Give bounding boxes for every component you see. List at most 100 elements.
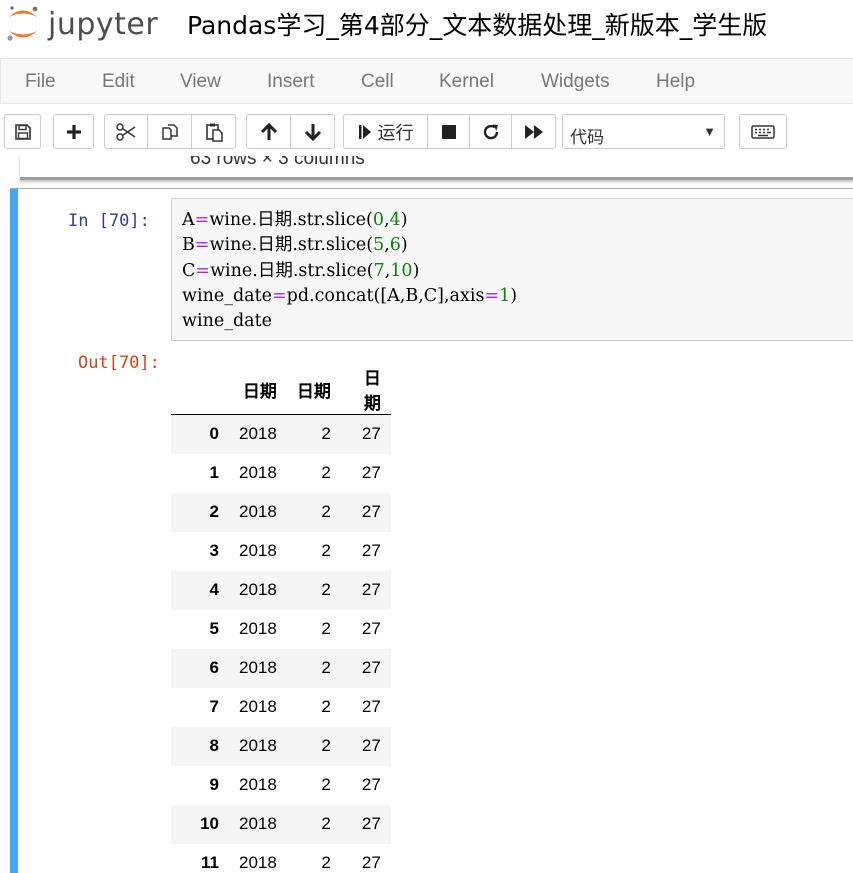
row-index: 7 bbox=[209, 697, 219, 716]
code-line: wine_date=pd.concat([A,B,C],axis=1) bbox=[182, 285, 518, 306]
table-cell: 2 bbox=[321, 697, 331, 716]
menu-kernel[interactable]: Kernel bbox=[439, 71, 494, 93]
table-cell: 2 bbox=[321, 658, 331, 677]
table-row: 4 2018 2 27 bbox=[171, 570, 391, 610]
dataframe-body: 0 2018 2 27 1 2018 2 27 2 2018 2 27 3 2018 2 27 4 2018 2 27… bbox=[171, 414, 391, 873]
move-up-button[interactable] bbox=[246, 114, 291, 149]
previous-cell[interactable]: 63 rows × 3 columns bbox=[20, 156, 853, 180]
code-editor[interactable]: A=wine.日期.str.slice(0,4) B=wine.日期.str.sl… bbox=[171, 198, 853, 341]
arrow-up-icon bbox=[260, 122, 277, 140]
table-row: 2 2018 2 27 bbox=[171, 492, 391, 532]
code-line: wine_date bbox=[182, 311, 272, 332]
row-index: 2 bbox=[209, 502, 219, 521]
code-line: B=wine.日期.str.slice(5,6) bbox=[182, 235, 408, 256]
table-cell: 2018 bbox=[239, 619, 277, 638]
table-cell: 2018 bbox=[239, 463, 277, 482]
copy-button[interactable] bbox=[147, 114, 192, 149]
table-row: 1 2018 2 27 bbox=[171, 454, 391, 493]
table-cell: 27 bbox=[361, 502, 381, 521]
table-row: 5 2018 2 27 bbox=[171, 610, 391, 649]
input-prompt: In [70]: bbox=[68, 211, 150, 231]
output-prompt: Out[70]: bbox=[78, 353, 160, 373]
table-cell: 2018 bbox=[239, 424, 277, 444]
row-index: 9 bbox=[209, 775, 219, 794]
column-header: 日期 bbox=[229, 364, 287, 415]
menu-widgets[interactable]: Widgets bbox=[541, 71, 610, 93]
save-button[interactable] bbox=[4, 114, 41, 149]
jupyter-logo-text: jupyter bbox=[48, 6, 159, 42]
restart-icon bbox=[483, 124, 498, 139]
insert-cell-button[interactable] bbox=[53, 114, 94, 149]
menu-cell[interactable]: Cell bbox=[361, 71, 394, 93]
paste-button[interactable] bbox=[191, 114, 236, 149]
arrow-down-icon bbox=[304, 123, 321, 141]
paste-icon bbox=[205, 123, 223, 142]
table-row: 0 2018 2 27 bbox=[171, 414, 391, 454]
menu-file[interactable]: File bbox=[25, 71, 56, 93]
table-cell: 27 bbox=[361, 541, 381, 560]
plus-icon bbox=[66, 124, 81, 139]
table-row: 10 2018 2 27 bbox=[171, 804, 391, 844]
run-label: 运行 bbox=[377, 122, 414, 143]
table-cell: 2 bbox=[321, 424, 331, 444]
run-button[interactable]: 运行 bbox=[343, 114, 428, 149]
menu-insert[interactable]: Insert bbox=[267, 71, 315, 93]
row-index: 10 bbox=[200, 814, 219, 833]
interrupt-button[interactable] bbox=[427, 114, 470, 149]
table-row: 9 2018 2 27 bbox=[171, 766, 391, 805]
toolbar: 运行 代码 ▼ bbox=[0, 108, 853, 156]
row-index: 5 bbox=[209, 619, 219, 638]
notebook-title[interactable]: Pandas学习_第4部分_文本数据处理_新版本_学生版 bbox=[187, 6, 767, 42]
row-index: 6 bbox=[209, 658, 219, 677]
cell-selection-bar bbox=[10, 189, 18, 873]
fast-forward-icon bbox=[524, 124, 543, 139]
table-cell: 27 bbox=[361, 814, 381, 833]
table-cell: 27 bbox=[361, 853, 381, 872]
keyboard-icon bbox=[751, 124, 775, 139]
table-cell: 2 bbox=[321, 853, 331, 872]
row-index: 11 bbox=[201, 853, 219, 872]
menu-view[interactable]: View bbox=[180, 71, 221, 93]
save-icon bbox=[14, 123, 31, 140]
table-cell: 2 bbox=[321, 814, 331, 833]
table-row: 6 2018 2 27 bbox=[171, 648, 391, 688]
restart-kernel-button[interactable] bbox=[469, 114, 512, 149]
menu-help[interactable]: Help bbox=[656, 71, 695, 93]
table-cell: 2 bbox=[321, 463, 331, 482]
table-cell: 2018 bbox=[239, 580, 277, 599]
table-cell: 27 bbox=[361, 775, 381, 794]
stop-icon bbox=[441, 124, 456, 139]
command-palette-button[interactable] bbox=[739, 114, 787, 149]
table-cell: 2 bbox=[321, 736, 331, 755]
table-cell: 2018 bbox=[239, 736, 277, 755]
previous-output-summary: 63 rows × 3 columns bbox=[190, 156, 365, 169]
table-cell: 27 bbox=[361, 619, 381, 638]
jupyter-logo[interactable]: jupyter bbox=[6, 2, 158, 46]
table-cell: 2 bbox=[321, 619, 331, 638]
index-header bbox=[171, 364, 229, 415]
table-cell: 27 bbox=[361, 463, 381, 482]
table-cell: 27 bbox=[361, 580, 381, 599]
dataframe-table: 日期 日期 日期 0 2018 2 27 1 2018 2 27 2 2018 2 27 3 2018 2 2… bbox=[171, 364, 391, 873]
cut-button[interactable] bbox=[104, 114, 148, 149]
table-cell: 2018 bbox=[239, 697, 277, 716]
row-index: 8 bbox=[209, 736, 219, 755]
menu-edit[interactable]: Edit bbox=[102, 71, 135, 93]
table-row: 7 2018 2 27 bbox=[171, 688, 391, 727]
run-icon bbox=[358, 124, 371, 139]
table-cell: 2 bbox=[321, 580, 331, 599]
code-cell-selected[interactable]: In [70]: A=wine.日期.str.slice(0,4) B=wine.… bbox=[10, 188, 853, 873]
table-cell: 2018 bbox=[239, 814, 277, 833]
notebook-container[interactable]: 63 rows × 3 columns In [70]: A=wine.日期.s… bbox=[0, 156, 853, 873]
restart-run-all-button[interactable] bbox=[511, 114, 556, 149]
table-header-row: 日期 日期 日期 bbox=[171, 364, 391, 415]
table-cell: 2 bbox=[321, 775, 331, 794]
dataframe-output: 日期 日期 日期 0 2018 2 27 1 2018 2 27 2 2018 2 27 3 2018 2 2… bbox=[171, 364, 391, 873]
row-index: 0 bbox=[209, 424, 219, 444]
code-line: A=wine.日期.str.slice(0,4) bbox=[182, 210, 408, 230]
move-down-button[interactable] bbox=[290, 114, 335, 149]
code-text[interactable]: A=wine.日期.str.slice(0,4) B=wine.日期.str.sl… bbox=[182, 208, 517, 334]
cell-type-select[interactable]: 代码 ▼ bbox=[562, 114, 725, 149]
row-index: 3 bbox=[209, 541, 219, 560]
code-line: C=wine.日期.str.slice(7,10) bbox=[182, 260, 420, 281]
